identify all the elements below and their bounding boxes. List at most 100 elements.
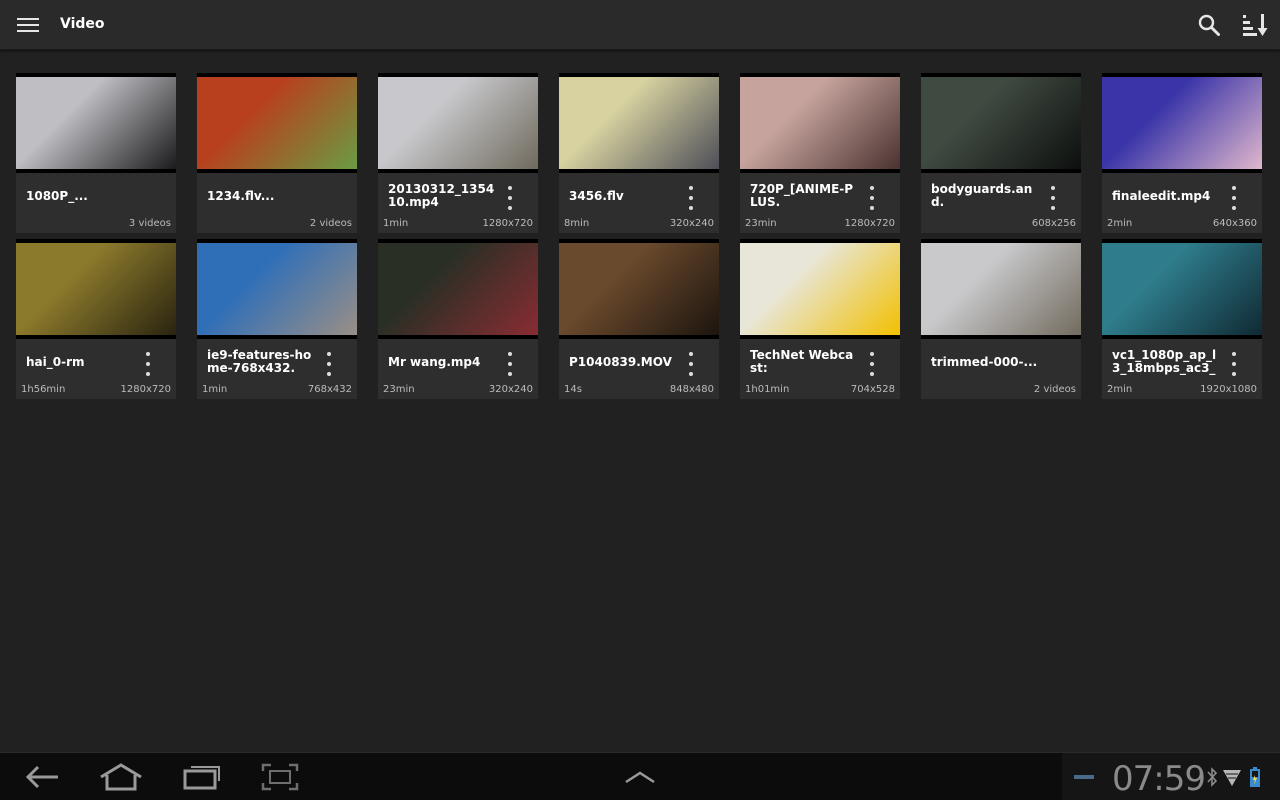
video-info: vc1_1080p_ap_l3_18mbps_ac3_ 2min 1920x1080: [1102, 339, 1262, 399]
video-duration: 1min: [202, 384, 228, 395]
video-card[interactable]: ie9-features-home-768x432. 1min 768x432: [197, 239, 357, 399]
overflow-menu-icon[interactable]: [862, 351, 882, 377]
back-button[interactable]: [20, 759, 64, 795]
video-card[interactable]: 1234.flv... 2 videos: [197, 73, 357, 233]
recent-apps-button[interactable]: [180, 759, 224, 795]
video-title: 3456.flv: [569, 188, 624, 203]
bluetooth-status: [1204, 759, 1220, 795]
thumbnail-image: [740, 77, 900, 169]
video-card[interactable]: 3456.flv 8min 320x240: [559, 73, 719, 233]
video-duration: 1h56min: [21, 384, 66, 395]
video-card[interactable]: trimmed-000-... 2 videos: [921, 239, 1081, 399]
overflow-menu-icon[interactable]: [500, 185, 520, 211]
video-thumbnail: [1102, 73, 1262, 173]
video-card[interactable]: bodyguards.and. 608x256: [921, 73, 1081, 233]
screenshot-button[interactable]: [258, 759, 302, 795]
video-info: P1040839.MOV 14s 848x480: [559, 339, 719, 399]
video-resolution: 2 videos: [1033, 384, 1076, 395]
video-resolution: 1280x720: [482, 218, 533, 229]
menu-icon: [17, 18, 39, 32]
video-thumbnail: [1102, 239, 1262, 339]
overflow-menu-icon[interactable]: [138, 351, 158, 377]
video-resolution: 1920x1080: [1200, 384, 1257, 395]
video-card[interactable]: hai_0-rm 1h56min 1280x720: [16, 239, 176, 399]
overflow-menu-icon[interactable]: [681, 351, 701, 377]
video-title: finaleedit.mp4: [1112, 188, 1211, 203]
overflow-menu-icon[interactable]: [1224, 351, 1244, 377]
video-info: Mr wang.mp4 23min 320x240: [378, 339, 538, 399]
video-title: 1234.flv...: [207, 188, 275, 203]
video-thumbnail: [197, 239, 357, 339]
back-icon: [25, 765, 58, 789]
video-card[interactable]: 720P_[ANIME-PLUS. 23min 1280x720: [740, 73, 900, 233]
home-icon: [100, 763, 142, 791]
thumbnail-image: [1102, 77, 1262, 169]
overflow-menu-icon[interactable]: [862, 185, 882, 211]
thumbnail-image: [921, 243, 1081, 335]
video-resolution: 704x528: [850, 384, 895, 395]
video-duration: 2min: [1107, 218, 1133, 229]
thumbnail-image: [16, 243, 176, 335]
overflow-menu-icon[interactable]: [500, 351, 520, 377]
video-title: 20130312_135410.mp4: [388, 182, 495, 209]
video-resolution: 608x256: [1031, 218, 1076, 229]
overflow-menu-icon[interactable]: [1224, 185, 1244, 211]
video-info: 1234.flv... 2 videos: [197, 173, 357, 233]
bluetooth-icon: [1207, 767, 1218, 787]
system-bar: 07:59: [0, 752, 1280, 800]
video-app: Video 1080P_... 3 videos 1234.flv... 2 vide…: [0, 0, 1280, 800]
thumbnail-image: [378, 243, 538, 335]
video-resolution: 320x240: [488, 384, 533, 395]
clock: 07:59: [1112, 759, 1206, 799]
video-duration: 2min: [1107, 384, 1133, 395]
video-duration: 23min: [745, 218, 777, 229]
sort-button[interactable]: [1238, 8, 1272, 42]
thumbnail-image: [378, 77, 538, 169]
video-resolution: 1280x720: [120, 384, 171, 395]
search-button[interactable]: [1192, 8, 1226, 42]
video-info: bodyguards.and. 608x256: [921, 173, 1081, 233]
video-info: 1080P_... 3 videos: [16, 173, 176, 233]
video-duration: 1h01min: [745, 384, 790, 395]
video-info: hai_0-rm 1h56min 1280x720: [16, 339, 176, 399]
menu-button[interactable]: [10, 8, 46, 42]
overflow-menu-icon[interactable]: [681, 185, 701, 211]
recent-apps-icon: [183, 766, 220, 790]
thumbnail-image: [197, 77, 357, 169]
video-card[interactable]: Mr wang.mp4 23min 320x240: [378, 239, 538, 399]
video-resolution: 768x432: [307, 384, 352, 395]
thumbnail-image: [921, 77, 1081, 169]
overflow-menu-icon[interactable]: [1043, 185, 1063, 211]
video-card[interactable]: 1080P_... 3 videos: [16, 73, 176, 233]
video-title: trimmed-000-...: [931, 354, 1038, 369]
screenshot-icon: [261, 763, 299, 791]
home-button[interactable]: [96, 759, 146, 795]
video-resolution: 640x360: [1212, 218, 1257, 229]
video-info: trimmed-000-... 2 videos: [921, 339, 1081, 399]
video-thumbnail: [559, 239, 719, 339]
page-title: Video: [60, 16, 105, 32]
video-card[interactable]: 20130312_135410.mp4 1min 1280x720: [378, 73, 538, 233]
video-thumbnail: [197, 73, 357, 173]
thumbnail-image: [559, 77, 719, 169]
sort-icon: [1243, 14, 1268, 36]
video-card[interactable]: TechNet Webcast: 1h01min 704x528: [740, 239, 900, 399]
video-title: ie9-features-home-768x432.: [207, 348, 312, 375]
video-card[interactable]: vc1_1080p_ap_l3_18mbps_ac3_ 2min 1920x1080: [1102, 239, 1262, 399]
video-title: 1080P_...: [26, 188, 88, 203]
video-grid: 1080P_... 3 videos 1234.flv... 2 videos 2013…: [16, 73, 1266, 399]
thumbnail-image: [1102, 243, 1262, 335]
video-info: 3456.flv 8min 320x240: [559, 173, 719, 233]
app-tray-button[interactable]: [620, 759, 660, 795]
video-resolution: 3 videos: [128, 218, 171, 229]
video-title: TechNet Webcast:: [750, 348, 854, 375]
video-card[interactable]: finaleedit.mp4 2min 640x360: [1102, 73, 1262, 233]
video-thumbnail: [16, 239, 176, 339]
video-card[interactable]: P1040839.MOV 14s 848x480: [559, 239, 719, 399]
video-title: hai_0-rm: [26, 354, 85, 369]
thumbnail-image: [197, 243, 357, 335]
video-thumbnail: [740, 239, 900, 339]
video-resolution: 1280x720: [844, 218, 895, 229]
overflow-menu-icon[interactable]: [319, 351, 339, 377]
video-duration: 14s: [564, 384, 582, 395]
